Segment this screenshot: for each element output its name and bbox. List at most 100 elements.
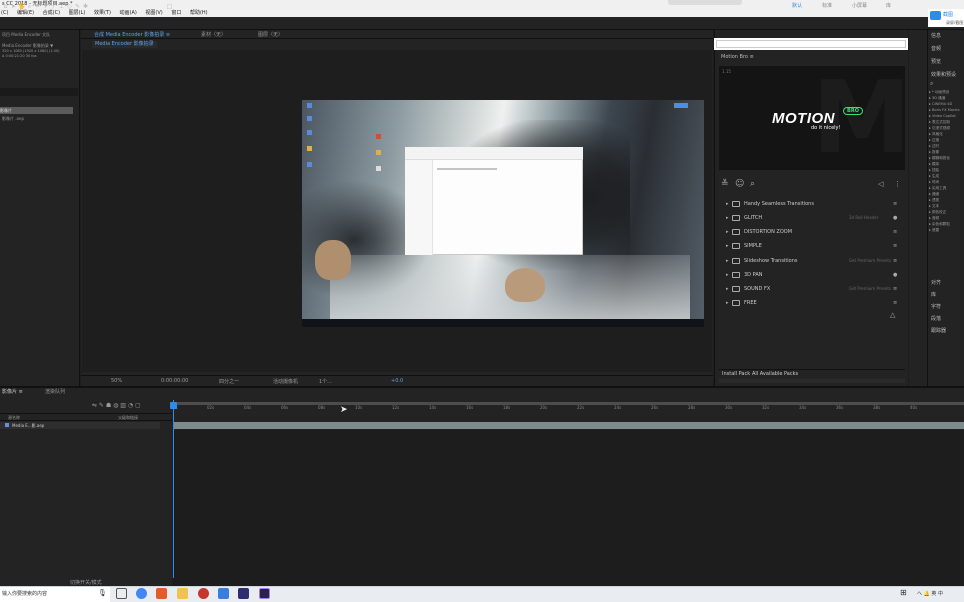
effect-category[interactable]: ▸ Boris FX Mocha bbox=[929, 108, 960, 112]
system-tray[interactable]: へ 🔔 英 中 bbox=[917, 586, 943, 602]
expand-arrow-icon[interactable]: ▸ bbox=[726, 211, 729, 225]
filter-icon[interactable]: ≚ bbox=[721, 178, 729, 190]
chrome-icon[interactable] bbox=[136, 588, 147, 599]
effect-category[interactable]: ▸ CINEMA 4D bbox=[929, 102, 952, 106]
pack-row[interactable]: ▸ GLITCH 3d Roll Header ● bbox=[719, 211, 905, 225]
playhead-line[interactable] bbox=[173, 400, 174, 578]
effect-category[interactable]: ▸ 过时 bbox=[929, 144, 939, 149]
comp-subtab[interactable]: Media Encoder 影像拍录 bbox=[92, 41, 157, 48]
zoom-dropdown[interactable]: 50% bbox=[111, 378, 122, 384]
menu-item[interactable]: 编辑(E) bbox=[16, 10, 34, 16]
exposure-value[interactable]: +0.0 bbox=[391, 378, 403, 384]
effect-category[interactable]: ▸ 实用工具 bbox=[929, 186, 946, 191]
volume-icon[interactable]: ◁ bbox=[878, 178, 883, 190]
menu-item[interactable]: 效果(T) bbox=[93, 10, 111, 16]
effect-category[interactable]: ▸ 过渡 bbox=[929, 138, 939, 143]
zoom-tool-icon[interactable]: ⌕ bbox=[26, 3, 33, 10]
work-area-bar[interactable] bbox=[172, 402, 964, 405]
app-icon[interactable] bbox=[156, 588, 167, 599]
puppet-tool-icon[interactable]: ✱ bbox=[82, 3, 89, 10]
menu-item[interactable]: 合成(C) bbox=[42, 10, 60, 16]
playhead-handle[interactable] bbox=[170, 402, 177, 409]
project-list-item[interactable]: 影像片 .aep bbox=[2, 116, 24, 122]
pack-row[interactable]: ▸ SOUND FX Get Premium Presets ≡ bbox=[719, 282, 905, 296]
more-icon[interactable]: ⋮ bbox=[894, 178, 901, 190]
panel-align[interactable]: 对齐 bbox=[931, 279, 941, 286]
text-tool-icon[interactable]: T bbox=[42, 3, 49, 10]
menu-item[interactable]: 帮助(H) bbox=[189, 10, 208, 16]
menu-item[interactable]: 窗口 bbox=[170, 10, 181, 16]
effect-category[interactable]: ▸ 生成 bbox=[929, 174, 939, 179]
pack-row[interactable]: ▸ Handy Seamless Transitions ≡ bbox=[719, 197, 905, 211]
tab-layer[interactable]: 图层（无） bbox=[258, 31, 283, 38]
workspace-default[interactable]: 默认 bbox=[792, 3, 802, 10]
effect-category[interactable]: ▸ 时间 bbox=[929, 180, 939, 185]
snapping-icon[interactable]: □ bbox=[166, 3, 173, 10]
search-icon[interactable]: ⌕ bbox=[750, 178, 755, 190]
expand-arrow-icon[interactable]: ▸ bbox=[726, 239, 729, 253]
effect-category[interactable]: ▸ 透视 bbox=[929, 198, 939, 203]
current-time[interactable]: 0:00:00:00 bbox=[161, 378, 188, 384]
pack-row[interactable]: ▸ DISTORTION ZOOM ≡ bbox=[719, 225, 905, 239]
expand-arrow-icon[interactable]: ▸ bbox=[726, 268, 729, 282]
pack-row[interactable]: ▸ 3D PAN ● bbox=[719, 268, 905, 282]
menu-item[interactable]: 动画(A) bbox=[119, 10, 137, 16]
expand-arrow-icon[interactable]: ▸ bbox=[726, 282, 729, 296]
effect-category[interactable]: ▸ 扭曲 bbox=[929, 168, 939, 173]
microphone-icon[interactable]: 🎙 bbox=[98, 589, 107, 597]
search-icon[interactable]: ⌕ bbox=[930, 80, 933, 88]
panel-paragraph[interactable]: 段落 bbox=[931, 315, 941, 322]
effect-category[interactable]: ▸ 风格化 bbox=[929, 132, 943, 137]
effect-category[interactable]: ▸ 模拟 bbox=[929, 162, 939, 167]
tab-timeline-comp[interactable]: 影像片 ≡ bbox=[2, 388, 23, 397]
menu-item[interactable]: 视图(V) bbox=[144, 10, 162, 16]
motion-bro-scrollbar[interactable] bbox=[719, 379, 905, 383]
panel-effects-presets[interactable]: 效果和预设 bbox=[931, 71, 956, 78]
timeline-switch-icons[interactable]: ⇋ ✎ ☗ ◍ ▥ ◔ ▢ bbox=[92, 402, 141, 409]
hand-tool-icon[interactable]: ✋ bbox=[18, 3, 25, 10]
panel-library[interactable]: 库 bbox=[931, 291, 936, 298]
panel-character[interactable]: 字符 bbox=[931, 303, 941, 310]
workspace-small-screen[interactable]: 小屏幕 bbox=[852, 3, 867, 10]
pen-tool-icon[interactable]: ✒ bbox=[34, 3, 41, 10]
premiere-icon[interactable] bbox=[238, 588, 249, 599]
panel-info[interactable]: 信息 bbox=[931, 32, 941, 39]
taskbar-search-input[interactable]: 输入你要搜索的内容 bbox=[0, 587, 110, 602]
expand-arrow-icon[interactable]: ▸ bbox=[726, 296, 729, 310]
toggle-switches-modes[interactable]: 切换开关/模式 bbox=[70, 579, 102, 586]
panel-tracker[interactable]: 跟踪器 bbox=[931, 327, 946, 334]
gamepad-icon[interactable]: ☺ bbox=[735, 178, 744, 190]
project-list-item-selected[interactable]: 影像片 bbox=[0, 107, 73, 114]
pack-row[interactable]: ▸ Slideshow Transitions Get Premium Preset… bbox=[719, 254, 905, 268]
effect-category[interactable]: ▸ * 动画预设 bbox=[929, 90, 949, 95]
install-pack-link[interactable]: Install Pack bbox=[722, 370, 750, 379]
col-parent[interactable]: 父级和链接 bbox=[118, 415, 138, 421]
collapse-up-icon[interactable]: △ bbox=[890, 311, 895, 319]
timeline-layer-row[interactable]: Media E...影.aep bbox=[0, 422, 160, 429]
effect-category[interactable]: ▸ 颜色校正 bbox=[929, 210, 946, 215]
effect-category[interactable]: ▸ 通道 bbox=[929, 192, 939, 197]
expand-arrow-icon[interactable]: ▸ bbox=[726, 197, 729, 211]
project-panel-title[interactable]: 项目 Media Encoder 文队 bbox=[2, 32, 50, 38]
motion-bro-address[interactable] bbox=[716, 40, 906, 48]
after-effects-icon[interactable] bbox=[259, 588, 270, 599]
task-view-icon[interactable] bbox=[116, 588, 127, 599]
expand-arrow-icon[interactable]: ▸ bbox=[726, 225, 729, 239]
panel-preview[interactable]: 预览 bbox=[931, 58, 941, 65]
menu-item[interactable]: (C) bbox=[0, 10, 8, 16]
stamp-tool-icon[interactable]: ⊥ bbox=[58, 3, 65, 10]
home-icon[interactable]: ⌂ bbox=[2, 3, 9, 10]
layer-duration-bar[interactable] bbox=[174, 422, 964, 429]
effect-category[interactable]: ▸ 3D 通道 bbox=[929, 96, 945, 101]
roto-tool-icon[interactable]: ✎ bbox=[74, 3, 81, 10]
expand-arrow-icon[interactable]: ▸ bbox=[726, 254, 729, 268]
media-player-icon[interactable] bbox=[198, 588, 209, 599]
effect-category[interactable]: ▸ Video Copilot bbox=[929, 114, 956, 118]
capture-button-label[interactable]: 截图 bbox=[943, 11, 953, 18]
brush-tool-icon[interactable]: / bbox=[50, 3, 57, 10]
effect-category[interactable]: ▸ 抠像 bbox=[929, 150, 939, 155]
file-explorer-icon[interactable] bbox=[177, 588, 188, 599]
tab-render-queue[interactable]: 渲染队列 bbox=[45, 388, 65, 397]
tab-footage[interactable]: 素材（无） bbox=[201, 31, 226, 38]
browser-icon[interactable] bbox=[218, 588, 229, 599]
